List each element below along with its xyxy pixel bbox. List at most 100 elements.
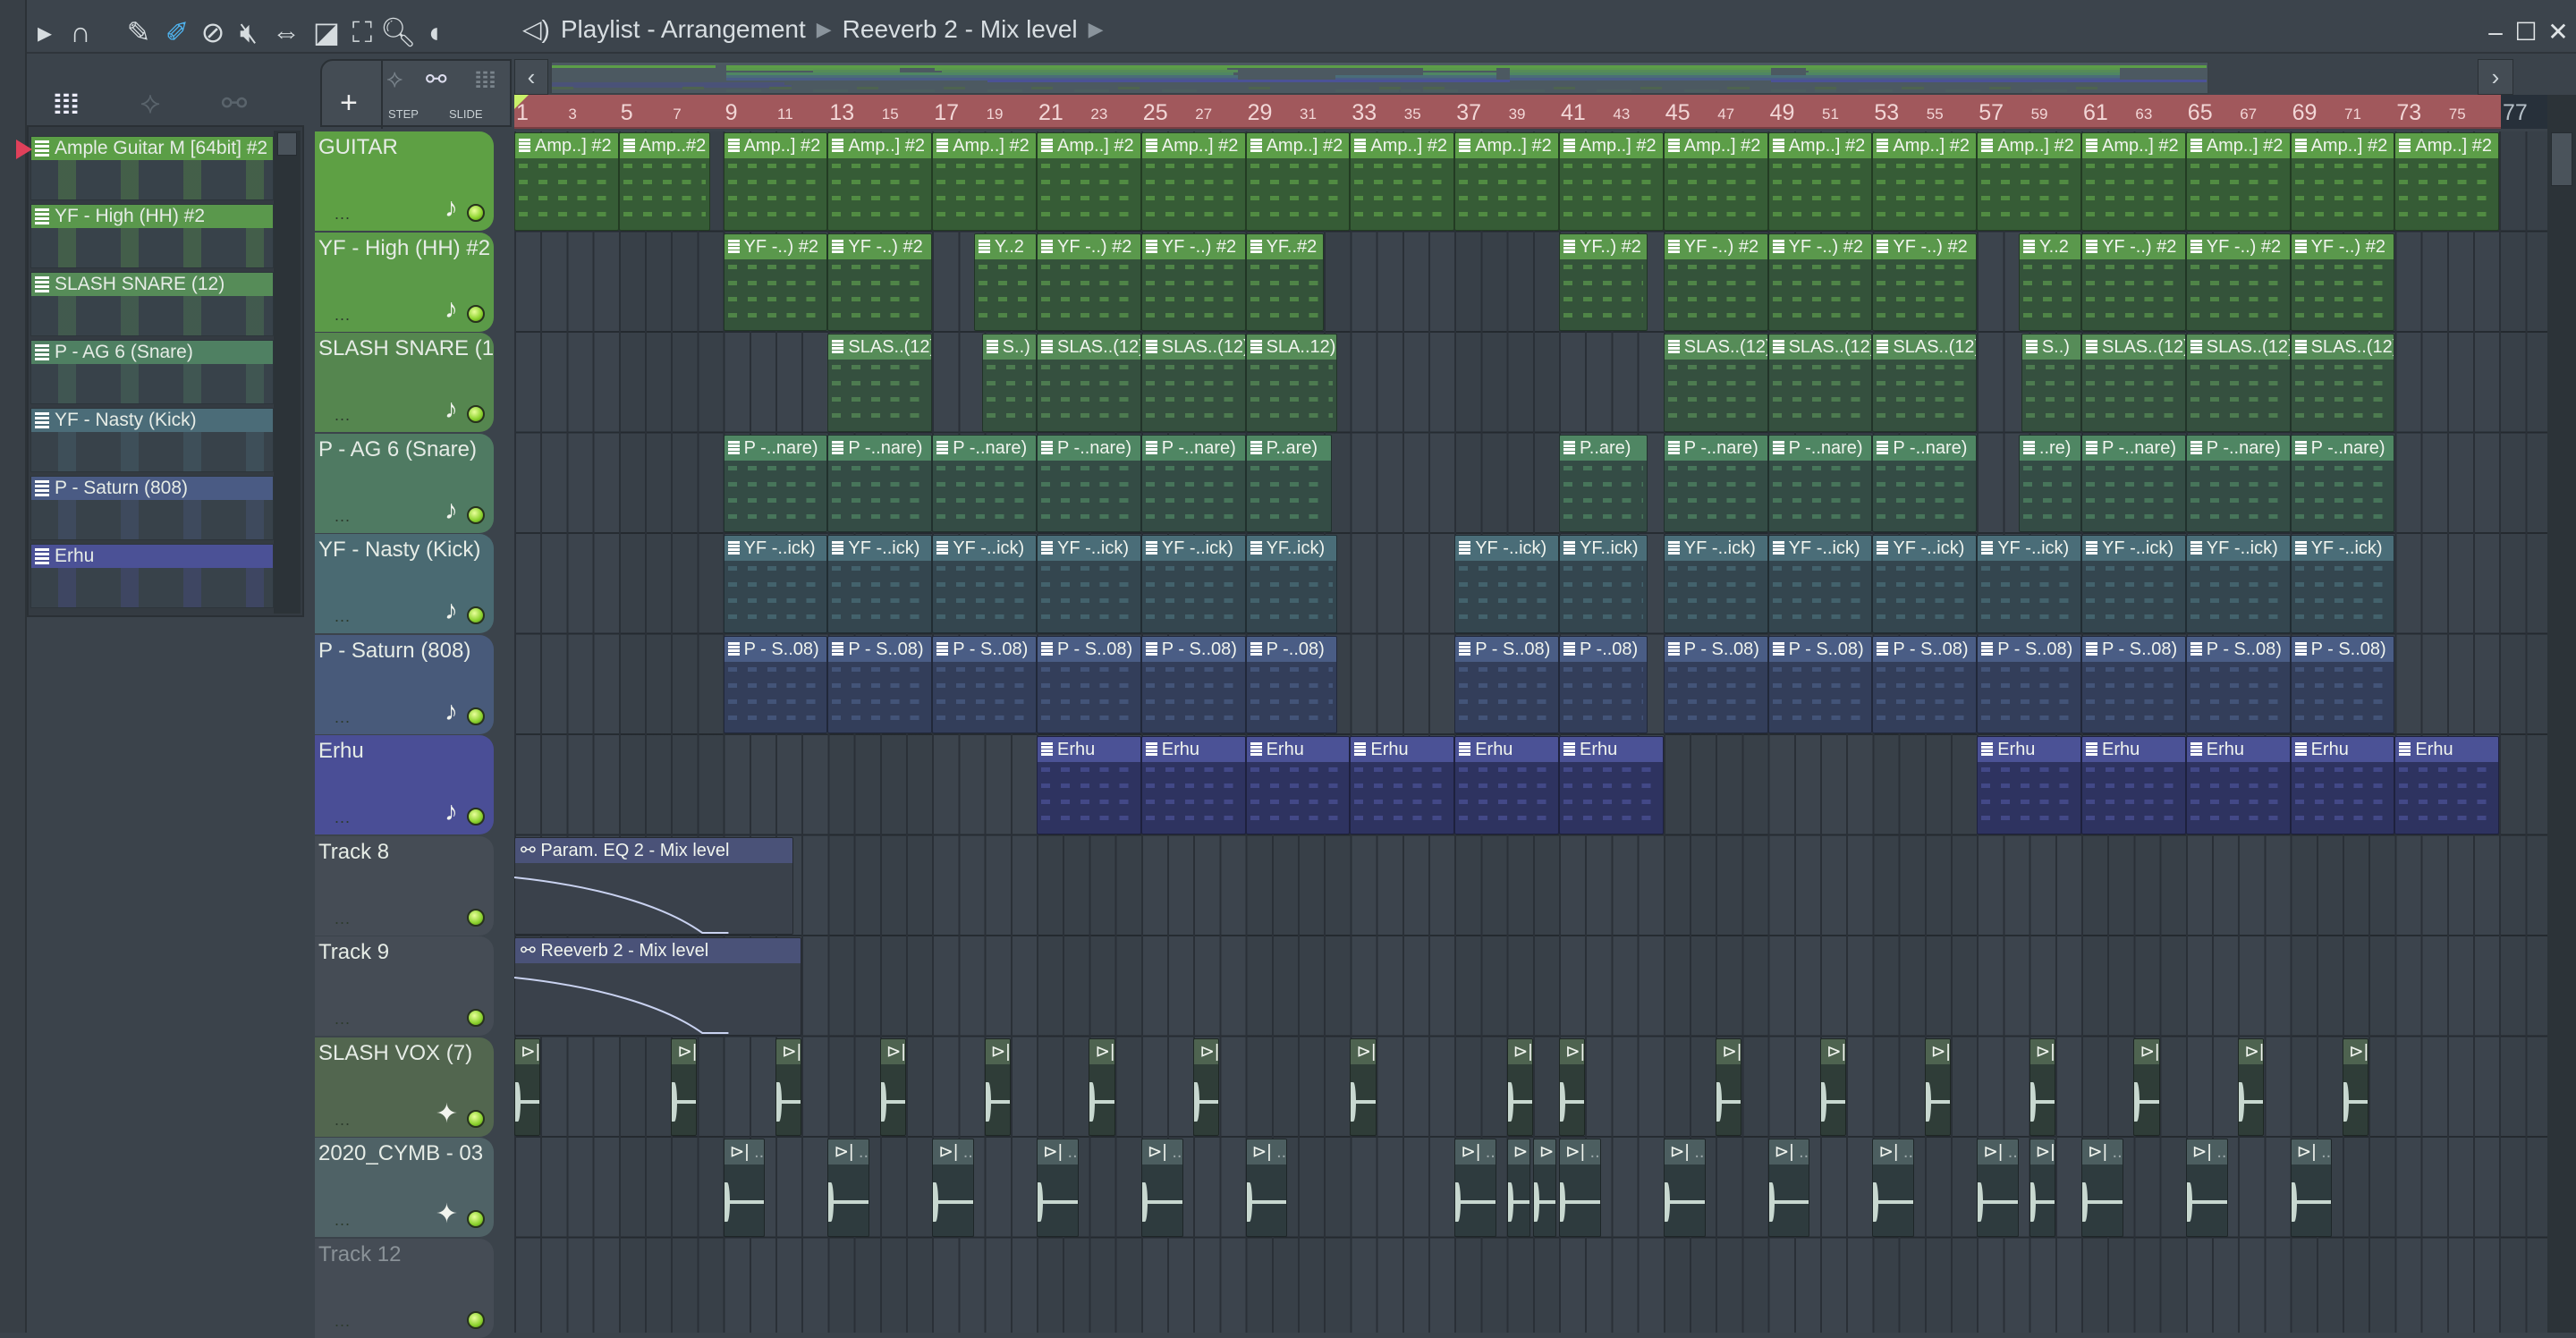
track-name[interactable]: Track 12 <box>318 1242 401 1267</box>
pattern-clip[interactable]: SLAS..(12) <box>1767 334 1873 432</box>
track-header[interactable]: Track 8... <box>315 835 494 936</box>
pattern-clip[interactable]: YF -..ick) <box>1767 535 1873 633</box>
track-mute-led[interactable] <box>467 606 485 624</box>
pattern-clip[interactable]: SLAS..(12) <box>827 334 933 432</box>
audio-clip[interactable]: ⊳| <box>1532 1139 1557 1237</box>
pattern-clip[interactable]: Amp..#2 <box>618 132 710 231</box>
track-mute-led[interactable] <box>467 1310 485 1329</box>
audio-clip[interactable]: ⊳| .. <box>723 1139 766 1237</box>
audio-clip[interactable]: ⊳| <box>1193 1037 1220 1136</box>
track-menu-dots[interactable]: ... <box>335 910 351 928</box>
pattern-clip[interactable]: P - S..08) <box>1767 635 1873 733</box>
audio-clip[interactable]: ⊳| <box>1716 1037 1742 1136</box>
pencil-icon[interactable]: ✎ <box>121 13 157 52</box>
pattern-clip[interactable]: P - S..08) <box>1872 635 1978 733</box>
track-mute-led[interactable] <box>467 204 485 222</box>
track-mute-led[interactable] <box>467 908 485 927</box>
pattern-clip[interactable]: P -..nare) <box>1872 434 1978 532</box>
audio-clip[interactable]: ⊳| .. <box>2185 1139 2228 1237</box>
pattern-clip[interactable]: P - S..08) <box>2081 635 2186 733</box>
pattern-clip[interactable]: P -..nare) <box>2290 434 2395 532</box>
audio-clip[interactable]: ⊳| <box>2029 1139 2055 1237</box>
breadcrumb-arrow-icon[interactable]: ▶ <box>1089 18 1104 41</box>
pattern-clip[interactable]: P -..nare) <box>1663 434 1768 532</box>
pattern-clip[interactable]: P - S..08) <box>1977 635 2081 733</box>
audio-clip[interactable]: ⊳| .. <box>1663 1139 1706 1237</box>
track-header[interactable]: Erhu... ♪ <box>315 735 494 834</box>
pattern-clip[interactable]: YF -..ick) <box>1977 535 2081 633</box>
pattern-clip[interactable]: P -..nare) <box>1140 434 1246 532</box>
audio-icon[interactable]: ⟡ <box>386 64 403 94</box>
add-track-button[interactable]: + <box>340 86 358 121</box>
piano-roll-filter-icon[interactable]: 𝍖 <box>39 86 93 122</box>
track-menu-dots[interactable]: ... <box>335 1211 351 1230</box>
audio-clip[interactable]: ⊳| <box>2133 1037 2160 1136</box>
audio-clip[interactable]: ⊳| .. <box>1559 1139 1601 1237</box>
picker-item[interactable]: YF - High (HH) #2 <box>30 204 274 268</box>
track-mute-led[interactable] <box>467 1009 485 1027</box>
pattern-clip[interactable]: YF -..) #2 <box>2290 233 2395 331</box>
pattern-clip[interactable]: YF..ick) <box>1245 535 1337 633</box>
pattern-clip[interactable]: YF -..ick) <box>2290 535 2395 633</box>
track-header[interactable]: SLASH VOX (7)... ✦ <box>315 1037 494 1137</box>
mute-icon[interactable]: 🔇︎ <box>231 13 267 52</box>
pattern-clip[interactable]: Erhu <box>1559 736 1664 834</box>
pattern-clip[interactable]: Amp..] #2 <box>1245 132 1351 231</box>
picker-item[interactable]: YF - Nasty (Kick) <box>30 408 274 472</box>
pattern-clip[interactable]: YF -..) #2 <box>1663 233 1768 331</box>
track-header[interactable]: YF - High (HH) #2... ♪ <box>315 232 494 332</box>
pattern-clip[interactable]: Amp..] #2 <box>1140 132 1246 231</box>
pattern-clip[interactable]: Erhu <box>2394 736 2500 834</box>
pattern-clip[interactable]: SLAS..(12) <box>1663 334 1768 432</box>
picker-item[interactable]: P - AG 6 (Snare) <box>30 340 274 404</box>
audio-clip[interactable]: ⊳| <box>1820 1037 1847 1136</box>
audio-clip[interactable]: ⊳| <box>1559 1037 1586 1136</box>
automation-filter-icon[interactable]: ⚯ <box>208 86 261 122</box>
pattern-clip[interactable]: YF -..ick) <box>2081 535 2186 633</box>
pattern-clip[interactable]: P -..nare) <box>2185 434 2291 532</box>
track-mute-led[interactable] <box>467 405 485 423</box>
pattern-clip[interactable]: Erhu <box>1140 736 1246 834</box>
track-name[interactable]: SLASH SNARE (12) <box>318 336 494 361</box>
picker-item[interactable]: SLASH SNARE (12) <box>30 272 274 336</box>
delete-icon[interactable]: ⊘ <box>195 13 231 52</box>
piano-icon[interactable]: 𝍖 <box>474 64 496 94</box>
pattern-clip[interactable]: Erhu <box>2185 736 2291 834</box>
pattern-clip[interactable]: P -..nare) <box>932 434 1037 532</box>
pattern-clip[interactable]: YF..#2 <box>1245 233 1325 331</box>
pattern-clip[interactable]: Erhu <box>2081 736 2186 834</box>
pattern-clip[interactable]: YF -..) #2 <box>827 233 933 331</box>
picker-scrollbar[interactable] <box>274 131 301 614</box>
pattern-clip[interactable]: SLAS..(12) <box>1037 334 1141 432</box>
audio-clip[interactable]: ⊳| <box>671 1037 698 1136</box>
track-header[interactable]: GUITAR... ♪ <box>315 131 494 231</box>
pattern-clip[interactable]: Amp..] #2 <box>514 132 619 231</box>
track-name[interactable]: Track 8 <box>318 840 389 865</box>
pattern-clip[interactable]: Amp..] #2 <box>1559 132 1664 231</box>
pattern-clip[interactable]: Amp..] #2 <box>2185 132 2291 231</box>
picker-item[interactable]: Erhu <box>30 544 274 608</box>
track-name[interactable]: SLASH VOX (7) <box>318 1041 472 1066</box>
track-menu-dots[interactable]: ... <box>335 1312 351 1331</box>
pattern-clip[interactable]: Amp..] #2 <box>1872 132 1978 231</box>
audio-clip[interactable]: ⊳| <box>1506 1037 1533 1136</box>
audio-clip[interactable]: ⊳| .. <box>827 1139 870 1237</box>
select-icon[interactable]: ⛶ <box>344 13 380 52</box>
pattern-clip[interactable]: SLAS..(12) <box>2081 334 2186 432</box>
track-menu-dots[interactable]: ... <box>335 406 351 425</box>
audio-clip[interactable]: ⊳| .. <box>1977 1139 2019 1237</box>
track-name[interactable]: YF - High (HH) #2 <box>318 236 490 261</box>
pattern-clip[interactable]: Amp..] #2 <box>1977 132 2081 231</box>
pattern-clip[interactable]: P..are) <box>1559 434 1648 532</box>
pattern-clip[interactable]: ..re) <box>2018 434 2081 532</box>
audio-clip[interactable]: ⊳| <box>1924 1037 1951 1136</box>
pattern-clip[interactable]: YF -..ick) <box>723 535 828 633</box>
track-menu-dots[interactable]: ... <box>335 205 351 224</box>
pattern-clip[interactable]: P - S..08) <box>723 635 828 733</box>
timeline-ruler[interactable]: 1 3 5 7 9 11 13 15 17 19 21 23 25 27 29 31 33 35 37 39 41 43 4… <box>514 95 2501 129</box>
pattern-clip[interactable]: Amp..] #2 <box>932 132 1037 231</box>
audio-clip[interactable]: ⊳| <box>1089 1037 1115 1136</box>
pattern-clip[interactable]: YF -..) #2 <box>1767 233 1873 331</box>
pattern-clip[interactable]: P - S..08) <box>1037 635 1141 733</box>
audio-clip[interactable]: ⊳| .. <box>2290 1139 2333 1237</box>
